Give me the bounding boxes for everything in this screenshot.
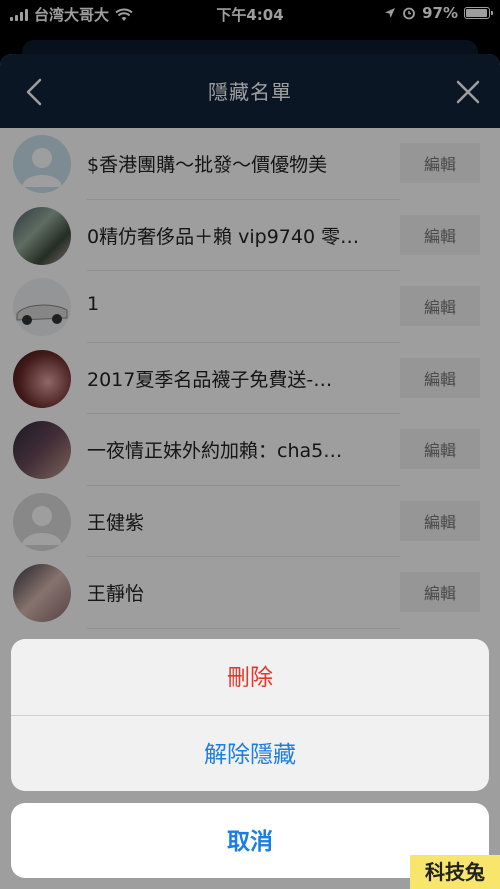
delete-button[interactable]: 刪除 [11,639,489,715]
action-sheet: 刪除 解除隱藏 [11,639,489,791]
watermark: 科技兔 [410,855,500,889]
unhide-button[interactable]: 解除隱藏 [11,716,489,791]
